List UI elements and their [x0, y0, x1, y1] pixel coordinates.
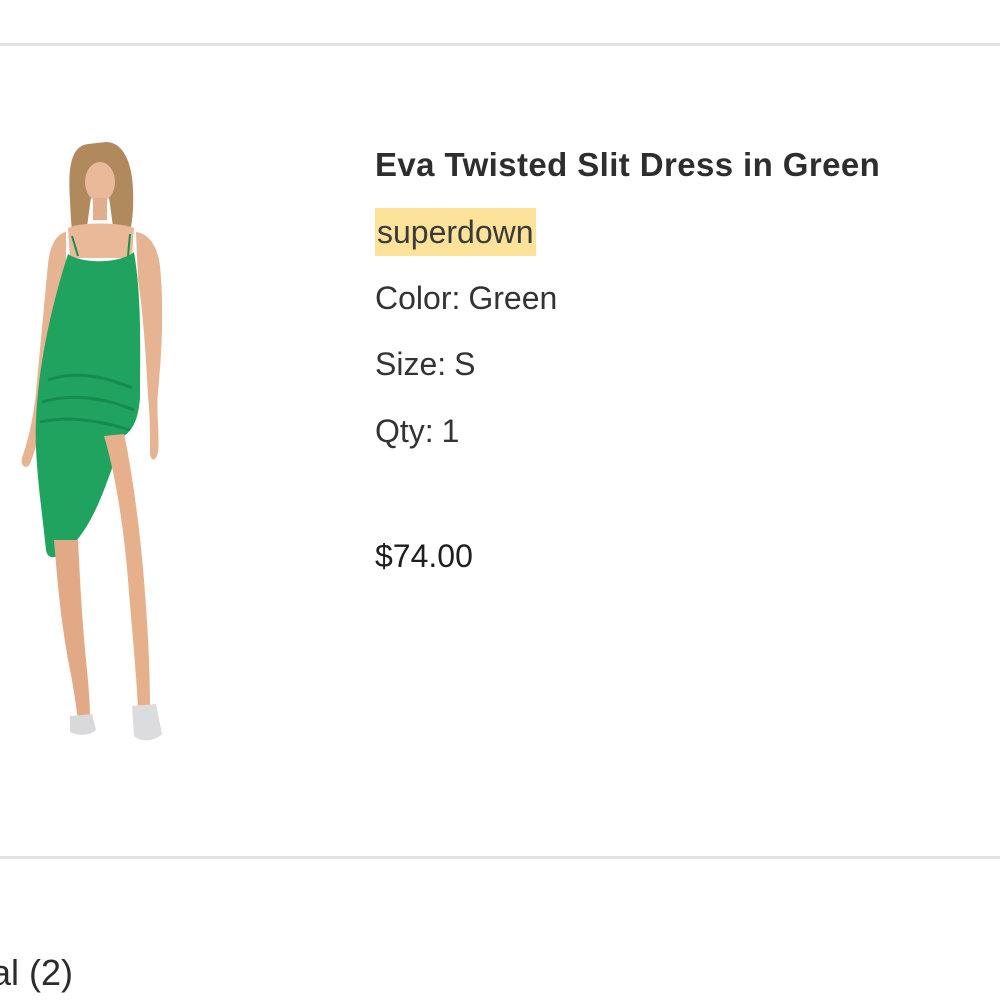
size-label: Size: [375, 346, 447, 382]
size-value: S [454, 346, 476, 382]
qty-detail: Qty: 1 [375, 413, 459, 450]
item-price: $74.00 [375, 538, 473, 574]
color-value: Green [468, 280, 558, 316]
product-title[interactable]: Eva Twisted Slit Dress in Green [375, 146, 880, 184]
product-image[interactable] [0, 130, 200, 760]
color-label: Color: [375, 280, 461, 316]
subtotal-label: tal (2) [0, 952, 74, 993]
size-detail: Size: S [375, 346, 475, 383]
cart-page: Eva Twisted Slit Dress in Green superdow… [0, 0, 1000, 1000]
dress-model-illustration [21, 142, 163, 741]
brand-name[interactable]: superdown [375, 208, 536, 256]
qty-label: Qty: [375, 413, 434, 449]
top-divider [0, 43, 1000, 46]
color-detail: Color: Green [375, 280, 557, 317]
bottom-divider [0, 856, 1000, 859]
qty-value: 1 [441, 413, 460, 449]
